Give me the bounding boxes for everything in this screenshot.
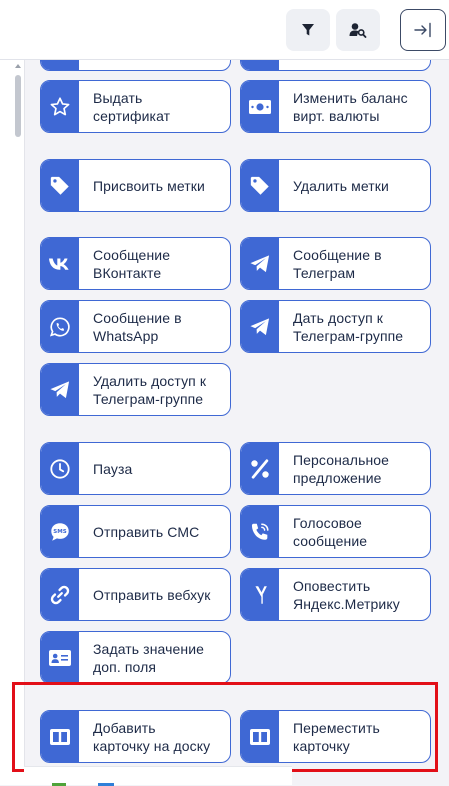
action-icon-block xyxy=(41,81,79,132)
action-label: Сообщение ВКонтакте xyxy=(93,246,171,281)
action-card-notify-yandex-metrica[interactable]: Оповестить Яндекс.Метрику xyxy=(240,568,431,621)
action-label: Персональное предложение xyxy=(293,451,390,486)
action-card-assign-tags[interactable]: Присвоить метки xyxy=(40,159,231,212)
sms-icon: SMS xyxy=(51,522,69,541)
collapse-panel-icon xyxy=(414,22,431,38)
action-label: Отправить вебхук xyxy=(93,586,211,603)
action-icon-block xyxy=(241,238,279,289)
action-card-grant-telegram-group[interactable]: Дать доступ к Телеграм-группе xyxy=(240,300,431,353)
action-card-certificate[interactable]: Выдать сертификат xyxy=(40,80,231,133)
telegram-icon xyxy=(250,254,270,272)
action-card-set-extra-field[interactable]: Задать значение доп. поля xyxy=(40,631,231,684)
action-icon-block xyxy=(241,443,279,494)
bottom-strip xyxy=(24,766,292,786)
action-icon-block: SMS xyxy=(41,506,79,557)
action-icon-block xyxy=(41,364,79,415)
action-label: Дать доступ к Телеграм-группе xyxy=(293,309,404,344)
id-card-icon xyxy=(49,649,71,666)
action-label: Сообщение в Телеграм xyxy=(293,246,382,281)
collapse-panel-button[interactable] xyxy=(400,9,446,51)
action-card-telegram-message[interactable]: Сообщение в Телеграм xyxy=(240,237,431,290)
percent-icon xyxy=(251,458,269,479)
scrollbar[interactable] xyxy=(14,60,23,785)
action-icon-block xyxy=(41,443,79,494)
action-label: Задать значение доп. поля xyxy=(93,640,205,675)
action-label: Оповестить Яндекс.Метрику xyxy=(293,577,400,612)
action-icon-block xyxy=(41,569,79,620)
action-label: Отправить СМС xyxy=(93,523,200,540)
user-search-button[interactable] xyxy=(336,9,380,51)
voice-call-icon xyxy=(251,522,269,540)
yandex-icon xyxy=(255,585,267,604)
action-card-pause[interactable]: Пауза xyxy=(40,442,231,495)
action-label: Присвоить метки xyxy=(93,177,205,194)
action-card-vk-message[interactable]: Сообщение ВКонтакте xyxy=(40,237,231,290)
whatsapp-icon xyxy=(49,316,70,337)
scrollbar-thumb[interactable] xyxy=(15,75,21,137)
user-search-icon xyxy=(349,23,367,38)
action-icon-block xyxy=(41,160,79,211)
clock-icon xyxy=(50,458,70,479)
action-label: Изменить баланс вирт. валюты xyxy=(293,89,408,124)
action-icon-block xyxy=(241,569,279,620)
action-card-virtual-currency[interactable]: Изменить баланс вирт. валюты xyxy=(240,80,431,133)
action-label: Удалить метки xyxy=(293,177,389,194)
tag-icon xyxy=(50,176,69,195)
vk-icon xyxy=(49,258,69,270)
filter-icon xyxy=(302,24,314,36)
action-label: Пауза xyxy=(93,460,133,477)
action-label: Выдать сертификат xyxy=(93,89,171,124)
svg-text:SMS: SMS xyxy=(53,529,66,535)
action-icon-block xyxy=(41,238,79,289)
action-icon-block xyxy=(241,301,279,352)
action-label: Удалить доступ к Телеграм-группе xyxy=(93,372,207,407)
action-icon-block xyxy=(241,506,279,557)
toolbar-overlay xyxy=(0,0,449,60)
action-card-whatsapp-message[interactable]: Сообщение в WhatsApp xyxy=(40,300,231,353)
action-card-voice-message[interactable]: Голосовое сообщение xyxy=(240,505,431,558)
action-icon-block xyxy=(241,81,279,132)
action-card-personal-offer[interactable]: Персональное предложение xyxy=(240,442,431,495)
currency-icon xyxy=(249,99,271,114)
star-icon xyxy=(50,96,70,115)
filter-button[interactable] xyxy=(286,9,330,51)
highlight-box xyxy=(12,682,438,772)
action-card-send-sms[interactable]: SMS Отправить СМС xyxy=(40,505,231,558)
telegram-icon xyxy=(250,317,270,335)
action-icon-block xyxy=(241,160,279,211)
telegram-icon xyxy=(50,380,70,398)
action-icon-block xyxy=(41,632,79,683)
action-card-remove-tags[interactable]: Удалить метки xyxy=(240,159,431,212)
action-card-send-webhook[interactable]: Отправить вебхук xyxy=(40,568,231,621)
action-card-revoke-telegram-group[interactable]: Удалить доступ к Телеграм-группе xyxy=(40,363,231,416)
action-label: Голосовое сообщение xyxy=(293,514,368,549)
action-label: Сообщение в WhatsApp xyxy=(93,309,182,344)
action-icon-block xyxy=(41,301,79,352)
scroll-up-arrow-icon[interactable] xyxy=(15,64,21,68)
link-icon xyxy=(50,585,70,604)
tag-icon xyxy=(250,176,269,195)
